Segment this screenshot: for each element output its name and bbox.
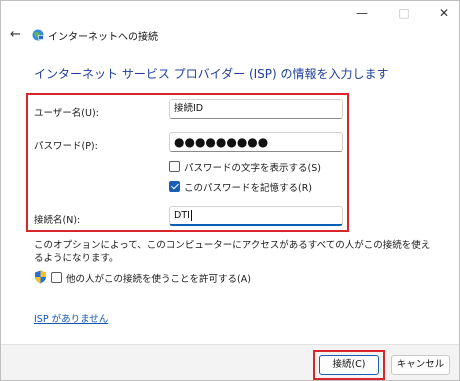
close-button[interactable]: ✕ xyxy=(429,3,459,23)
password-label: パスワード(P): xyxy=(34,141,98,152)
connection-name-label: 接続名(N): xyxy=(34,215,81,226)
allow-others-checkbox[interactable] xyxy=(51,272,62,283)
connection-name-value: DTI xyxy=(174,210,190,221)
password-field[interactable]: ●●●●●●●●● xyxy=(169,132,343,152)
dialog-window: — □ ✕ ← インターネットへの接続 インターネット サービス プロバイダー … xyxy=(0,0,460,381)
connect-button[interactable]: 接続(C) xyxy=(319,355,379,375)
allow-others-label: 他の人がこの接続を使うことを許可する(A) xyxy=(66,274,251,285)
remember-password-label: このパスワードを記憶する(R) xyxy=(184,183,313,194)
maximize-button: □ xyxy=(398,6,410,20)
show-password-checkbox[interactable] xyxy=(169,161,180,172)
no-isp-link[interactable]: ISP がありません xyxy=(34,311,108,325)
text-caret xyxy=(190,210,192,221)
uac-shield-icon xyxy=(35,270,46,284)
network-globe-icon xyxy=(32,29,44,41)
show-password-label: パスワードの文字を表示する(S) xyxy=(184,163,321,174)
connection-name-field[interactable]: DTI xyxy=(169,206,343,226)
username-label: ユーザー名(U): xyxy=(34,108,99,119)
minimize-button[interactable]: — xyxy=(347,3,377,23)
cancel-button[interactable]: キャンセル xyxy=(391,355,450,375)
sharing-note: このオプションによって、このコンピューターにアクセスがあるすべての人がこの接続を… xyxy=(34,240,431,264)
back-arrow-icon[interactable]: ← xyxy=(10,27,21,42)
username-field[interactable]: 接続ID xyxy=(169,99,343,119)
nav-row: ← インターネットへの接続 xyxy=(1,25,459,47)
remember-password-checkbox[interactable] xyxy=(169,181,180,192)
wizard-title: インターネットへの接続 xyxy=(48,32,158,43)
page-heading: インターネット サービス プロバイダー (ISP) の情報を入力します xyxy=(34,67,389,81)
